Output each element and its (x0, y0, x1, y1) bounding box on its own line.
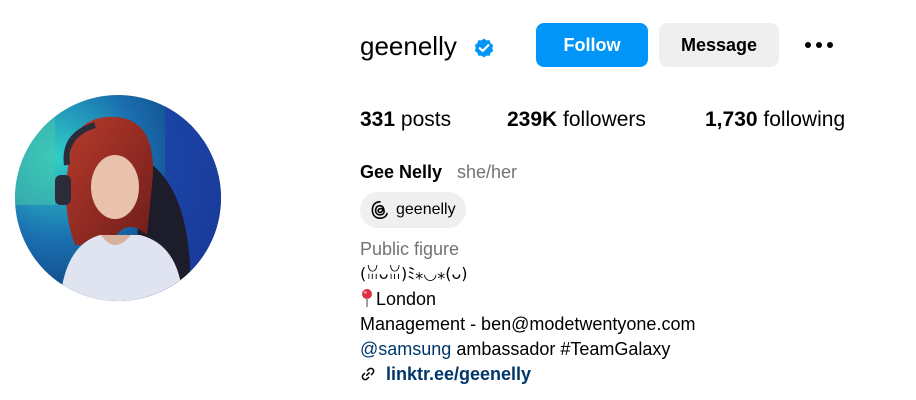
follow-button[interactable]: Follow (536, 23, 648, 67)
following-stat[interactable]: 1,730 following (705, 106, 845, 134)
full-name: Gee Nelly (360, 162, 443, 182)
bio-link-row[interactable]: linktr.ee/geenelly (360, 362, 531, 386)
samsung-mention-link[interactable]: @samsung (360, 339, 451, 359)
posts-stat: 331 posts (360, 106, 451, 134)
link-icon (361, 367, 375, 381)
threads-link[interactable]: geenelly (360, 192, 466, 228)
bio-management: Management - ben@modetwentyone.com (360, 314, 696, 334)
location-text: London (376, 289, 437, 309)
bio-ambassador: @samsung ambassador #TeamGalaxy (360, 337, 670, 361)
bio-location: London (360, 287, 436, 311)
posts-count: 331 (360, 108, 396, 131)
followers-count: 239K (507, 108, 558, 131)
more-horizontal-icon[interactable] (801, 34, 837, 56)
threads-handle: geenelly (396, 201, 456, 218)
followers-label: followers (563, 108, 646, 131)
threads-icon (371, 201, 388, 220)
ambassador-text: ambassador #TeamGalaxy (451, 339, 671, 359)
external-link[interactable]: linktr.ee/geenelly (386, 364, 531, 385)
profile-avatar[interactable] (15, 95, 221, 301)
bio-kaomoji: (ꈍᴗꈍ)ﾐ⁎◡⁎(ᴗ) (360, 264, 468, 283)
round-pushpin-icon (362, 289, 372, 307)
username: geenelly (360, 31, 457, 61)
profile-category: Public figure (360, 239, 460, 259)
following-label: following (763, 108, 846, 131)
avatar-image (15, 95, 221, 301)
verified-badge-icon (474, 38, 494, 58)
message-button[interactable]: Message (659, 23, 779, 67)
pronouns: she/her (457, 162, 518, 182)
following-count: 1,730 (705, 108, 758, 131)
followers-stat[interactable]: 239K followers (507, 106, 646, 134)
posts-label: posts (400, 108, 452, 131)
